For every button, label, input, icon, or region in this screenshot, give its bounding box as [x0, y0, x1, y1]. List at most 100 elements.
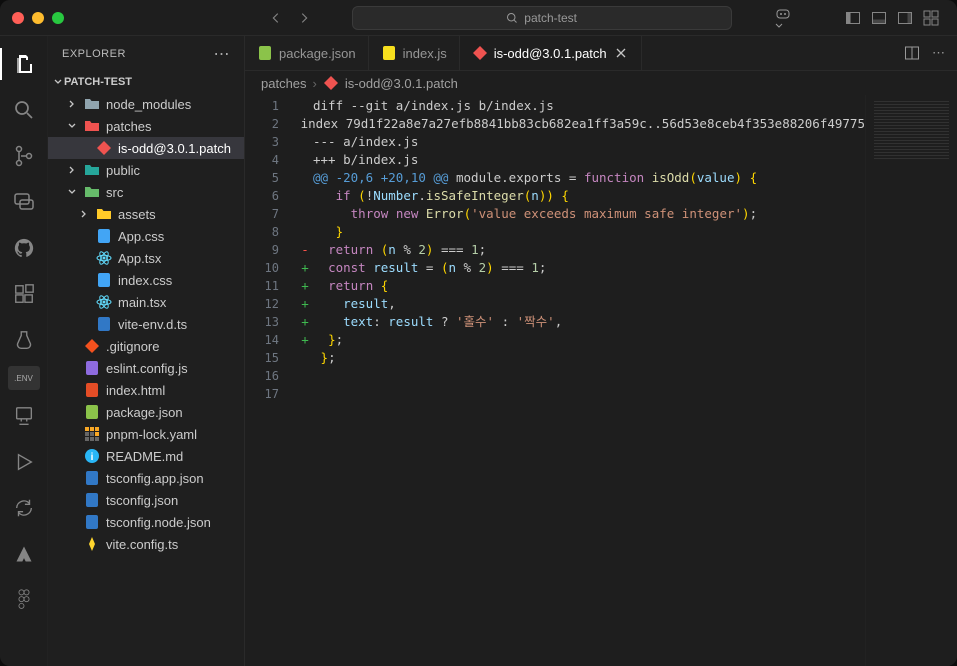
file-is-odd-3-0-1-patch[interactable]: is-odd@3.0.1.patch [48, 137, 244, 159]
activity-explorer[interactable] [0, 44, 48, 84]
file-icon [96, 228, 112, 244]
activity-bar: .ENV [0, 36, 48, 666]
layout-sidebar-right-icon[interactable] [897, 10, 913, 26]
file-name: index.html [106, 383, 244, 398]
file-main-tsx[interactable]: main.tsx [48, 291, 244, 313]
file-icon [84, 162, 100, 178]
file-tsconfig-node-json[interactable]: tsconfig.node.json [48, 511, 244, 533]
diff-sign [297, 187, 313, 205]
nav-forward-button[interactable] [292, 6, 316, 30]
layout-panel-icon[interactable] [871, 10, 887, 26]
activity-env[interactable]: .ENV [8, 366, 40, 390]
tab-icon [381, 45, 397, 61]
file-tsconfig-app-json[interactable]: tsconfig.app.json [48, 467, 244, 489]
code-line: +++ b/index.js [297, 151, 865, 169]
breadcrumb-segment[interactable]: patches [261, 76, 307, 91]
editor-more-icon[interactable]: ⋯ [932, 45, 945, 61]
code-line: } [297, 223, 865, 241]
breadcrumb-icon [323, 75, 339, 91]
code-line: + text: result ? '홀수' : '짝수', [297, 313, 865, 331]
tab-is-odd-3-0-1-patch[interactable]: is-odd@3.0.1.patch [460, 36, 642, 70]
file-app-css[interactable]: App.css [48, 225, 244, 247]
file-name: vite.config.ts [106, 537, 244, 552]
close-icon[interactable] [613, 45, 629, 61]
activity-github[interactable] [0, 228, 48, 268]
file-icon: i [84, 448, 100, 464]
chevron-down-icon [66, 186, 78, 198]
chevron-right-icon [78, 208, 90, 220]
close-window-button[interactable] [12, 12, 24, 24]
file-icon [84, 338, 100, 354]
minimize-window-button[interactable] [32, 12, 44, 24]
folder-public[interactable]: public [48, 159, 244, 181]
diff-sign [297, 205, 313, 223]
file-pnpm-lock-yaml[interactable]: pnpm-lock.yaml [48, 423, 244, 445]
file-icon [96, 140, 112, 156]
folder-node-modules[interactable]: node_modules [48, 93, 244, 115]
file-icon [96, 250, 112, 266]
layout-sidebar-left-icon[interactable] [845, 10, 861, 26]
activity-testing[interactable] [0, 320, 48, 360]
editor-tabs: package.jsonindex.jsis-odd@3.0.1.patch ⋯ [245, 36, 957, 71]
diff-sign: - [297, 241, 313, 259]
activity-run-debug[interactable] [0, 442, 48, 482]
file-index-css[interactable]: index.css [48, 269, 244, 291]
file-eslint-config-js[interactable]: eslint.config.js [48, 357, 244, 379]
chevron-right-icon [66, 98, 78, 110]
nav-back-button[interactable] [264, 6, 288, 30]
tab-index-js[interactable]: index.js [369, 36, 460, 70]
diff-sign: + [297, 295, 313, 313]
file-icon [84, 492, 100, 508]
code-editor[interactable]: diff --git a/index.js b/index.jsindex 79… [297, 95, 865, 666]
search-icon [506, 12, 518, 24]
activity-atlassian[interactable] [0, 534, 48, 574]
folder-assets[interactable]: assets [48, 203, 244, 225]
folder-patches[interactable]: patches [48, 115, 244, 137]
breadcrumb-segment[interactable]: is-odd@3.0.1.patch [345, 76, 458, 91]
code-line: --- a/index.js [297, 133, 865, 151]
file-vite-config-ts[interactable]: vite.config.ts [48, 533, 244, 555]
maximize-window-button[interactable] [52, 12, 64, 24]
activity-extensions[interactable] [0, 274, 48, 314]
customize-layout-icon[interactable] [923, 10, 939, 26]
workspace-root[interactable]: PATCH-TEST [48, 71, 244, 93]
chevron-right-icon: › [313, 76, 317, 91]
diff-sign [297, 169, 313, 187]
file-vite-env-d-ts[interactable]: vite-env.d.ts [48, 313, 244, 335]
file-name: tsconfig.node.json [106, 515, 244, 530]
folder-src[interactable]: src [48, 181, 244, 203]
diff-sign: + [297, 277, 313, 295]
activity-remote[interactable] [0, 396, 48, 436]
copilot-icon[interactable] [775, 6, 791, 30]
file-readme-md[interactable]: iREADME.md [48, 445, 244, 467]
diff-sign [297, 133, 313, 151]
file-name: public [106, 163, 244, 178]
file-icon [84, 536, 100, 552]
split-editor-icon[interactable] [904, 45, 920, 61]
file-index-html[interactable]: index.html [48, 379, 244, 401]
breadcrumb[interactable]: patches › is-odd@3.0.1.patch [245, 71, 957, 95]
activity-source-control[interactable] [0, 136, 48, 176]
activity-chat[interactable] [0, 182, 48, 222]
file-app-tsx[interactable]: App.tsx [48, 247, 244, 269]
svg-text:i: i [91, 452, 94, 463]
file-package-json[interactable]: package.json [48, 401, 244, 423]
code-line: if (!Number.isSafeInteger(n)) { [297, 187, 865, 205]
file--gitignore[interactable]: .gitignore [48, 335, 244, 357]
command-center-search[interactable]: patch-test [352, 6, 732, 30]
sidebar-more-icon[interactable]: ⋯ [214, 44, 231, 64]
diff-sign: + [297, 331, 313, 349]
minimap[interactable] [865, 95, 957, 666]
file-tsconfig-json[interactable]: tsconfig.json [48, 489, 244, 511]
activity-figma[interactable] [0, 580, 48, 620]
activity-refresh[interactable] [0, 488, 48, 528]
code-line: + return { [297, 277, 865, 295]
workspace-root-label: PATCH-TEST [64, 76, 132, 88]
activity-search[interactable] [0, 90, 48, 130]
file-name: node_modules [106, 97, 244, 112]
code-line [297, 385, 865, 403]
file-name: .gitignore [106, 339, 244, 354]
file-name: index.css [118, 273, 244, 288]
file-name: assets [118, 207, 244, 222]
tab-package-json[interactable]: package.json [245, 36, 369, 70]
